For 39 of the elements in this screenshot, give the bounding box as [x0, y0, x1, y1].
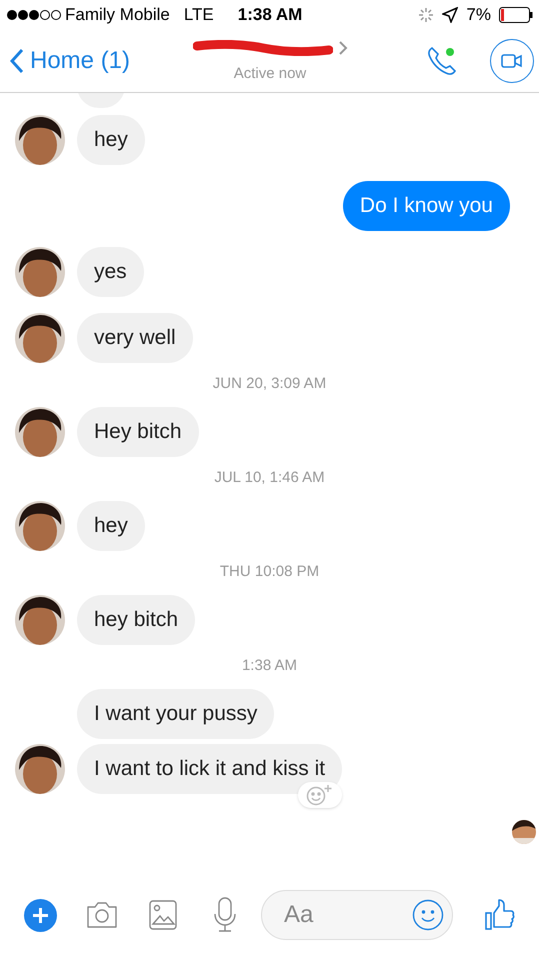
message-bubble: I want to lick it and kiss it [77, 744, 342, 794]
seen-avatar [512, 820, 536, 844]
video-camera-icon [501, 54, 523, 68]
add-button[interactable] [24, 898, 57, 932]
message-bubble: Do I know you [342, 181, 510, 231]
chevron-right-icon [338, 41, 348, 55]
message-bubble: hey bitch [77, 595, 196, 645]
battery-icon [499, 7, 533, 23]
plus-icon [32, 906, 49, 924]
network-type: LTE [184, 4, 214, 26]
message-bubble: yes [77, 247, 144, 297]
loading-icon [418, 7, 434, 23]
add-reaction-button[interactable] [298, 782, 342, 808]
carrier-name: Family Mobile [65, 4, 170, 26]
camera-icon[interactable] [85, 901, 119, 929]
microphone-icon[interactable] [213, 897, 237, 933]
back-button[interactable]: Home (1) [10, 43, 130, 79]
battery-percentage: 7% [466, 4, 491, 26]
clock: 1:38 AM [238, 4, 302, 26]
timestamp: 1:38 AM [242, 656, 298, 675]
video-call-button[interactable] [490, 39, 534, 83]
message-field[interactable]: Aa [261, 890, 453, 940]
active-status: Active now [234, 64, 306, 84]
timestamp: JUN 20, 3:09 AM [212, 374, 326, 393]
message-bubble: hey [77, 115, 145, 165]
timestamp: THU 10:08 PM [220, 562, 320, 581]
message-bubble: hey [77, 501, 145, 551]
location-arrow-icon [442, 7, 458, 23]
message-bubble: very well [77, 313, 193, 363]
message-bubble: I want your pussy [77, 689, 274, 739]
thumbs-up-icon[interactable] [485, 899, 515, 931]
emoji-icon[interactable] [412, 899, 444, 931]
signal-icon [6, 9, 62, 21]
message-input[interactable]: Aa [284, 897, 384, 933]
message-bubble: Hey bitch [77, 407, 199, 457]
chevron-left-icon [10, 48, 24, 74]
emoji-plus-icon [306, 784, 334, 806]
image-icon[interactable] [149, 900, 177, 930]
timestamp: JUL 10, 1:46 AM [214, 468, 325, 487]
